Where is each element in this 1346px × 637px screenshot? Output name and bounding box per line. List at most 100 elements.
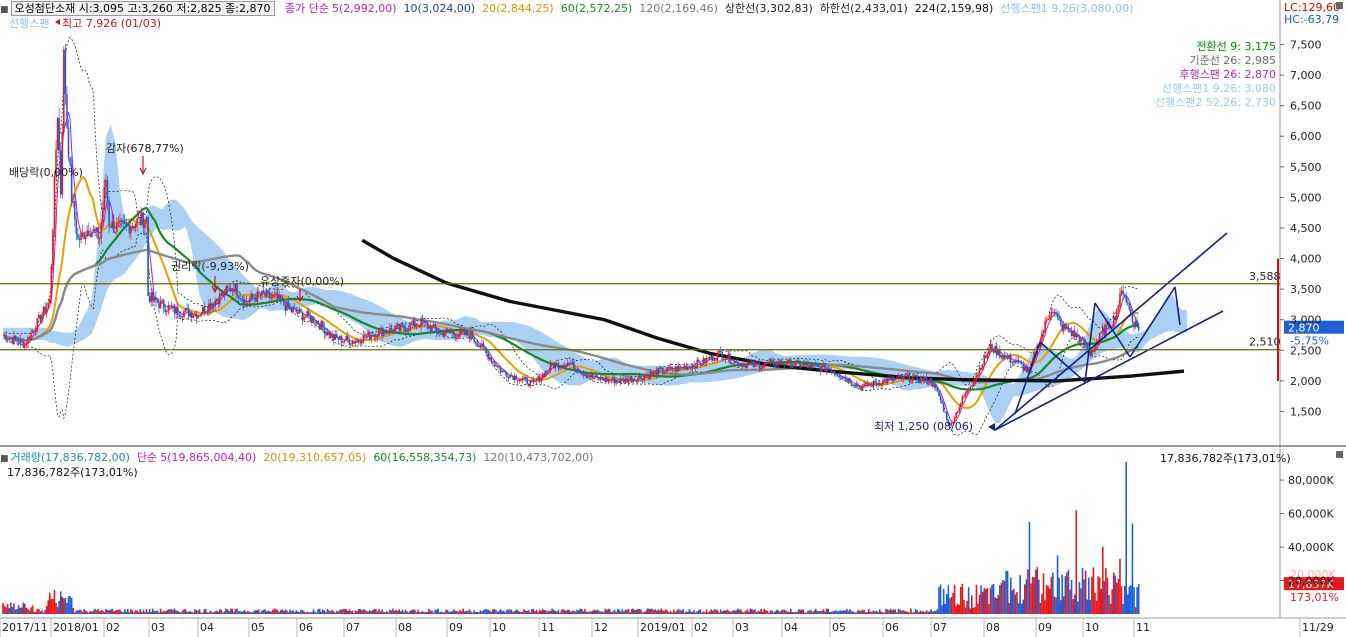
candle-body bbox=[215, 300, 218, 302]
volume-bar bbox=[406, 611, 408, 614]
ma5-label[interactable]: 5(2,992,00) bbox=[332, 2, 397, 15]
volume-bar bbox=[677, 609, 680, 614]
candle-body bbox=[297, 312, 299, 314]
volume-bar bbox=[888, 610, 890, 614]
candle-body bbox=[390, 327, 393, 331]
candle-body bbox=[1067, 326, 1070, 332]
ma120-label[interactable]: 120(2,169,46) bbox=[639, 2, 718, 15]
volume-bar bbox=[814, 608, 817, 614]
volume-bar bbox=[312, 609, 315, 614]
span-short-label: 선행스팬 bbox=[9, 17, 50, 30]
high-label: 최고 7,926 (01/03) bbox=[62, 17, 161, 30]
volume-bar bbox=[986, 588, 989, 614]
volume-bar bbox=[1055, 597, 1057, 614]
volume-bar bbox=[557, 609, 560, 614]
candle-body bbox=[673, 370, 675, 372]
volume-label[interactable]: 거래량(17,836,782,00) bbox=[11, 451, 130, 464]
volume-bar bbox=[580, 609, 583, 614]
volume-ma60[interactable]: 60(16,558,354,73) bbox=[373, 451, 476, 464]
stock-info[interactable]: 오성첨단소재 시:3,095 고:3,260 저:2,825 종:2,870 bbox=[10, 1, 275, 16]
candle-body bbox=[64, 49, 67, 95]
volume-bar bbox=[747, 611, 750, 614]
lower-band-label[interactable]: 하한선(2,433,01) bbox=[820, 2, 908, 15]
candle-body bbox=[1112, 316, 1115, 327]
volume-ma20[interactable]: 20(19,310,657,05) bbox=[263, 451, 366, 464]
volume-bar bbox=[941, 605, 943, 614]
candle-body bbox=[162, 300, 165, 309]
candle-body bbox=[75, 219, 78, 234]
volume-bar bbox=[713, 609, 716, 614]
candle-body bbox=[674, 366, 677, 371]
candle-body bbox=[744, 363, 747, 369]
candle-body bbox=[638, 376, 641, 379]
candle-body bbox=[410, 323, 413, 325]
price-panel-close-icon[interactable] bbox=[1336, 2, 1343, 9]
volume-ma-type[interactable]: 단순 bbox=[137, 451, 157, 464]
candle-body bbox=[615, 380, 617, 384]
candle-body bbox=[800, 366, 803, 368]
volume-bar bbox=[52, 598, 54, 614]
span-label[interactable]: 선행스팬1 9,26(3,080,00) bbox=[1000, 2, 1133, 15]
upper-band-label[interactable]: 상한선(3,302,83) bbox=[725, 2, 813, 15]
volume-bar bbox=[1000, 583, 1003, 614]
volume-bar bbox=[371, 610, 374, 614]
candle-body bbox=[576, 368, 578, 372]
candle-body bbox=[646, 374, 649, 377]
candle-body bbox=[866, 382, 869, 387]
candle-body bbox=[1092, 351, 1095, 353]
candle-body bbox=[198, 315, 201, 317]
candle-body bbox=[652, 371, 655, 375]
volume-bar bbox=[254, 609, 257, 614]
candle-body bbox=[222, 291, 224, 297]
candle-body bbox=[361, 342, 363, 344]
candle-body bbox=[596, 375, 599, 378]
volume-header-bullet: ■ bbox=[0, 454, 9, 464]
price-tick-label: 7,500 bbox=[1290, 38, 1322, 51]
candle-body bbox=[733, 361, 736, 364]
volume-bar bbox=[605, 609, 608, 614]
candle-body bbox=[970, 385, 973, 387]
volume-bar bbox=[529, 612, 532, 614]
volume-panel-close-icon[interactable] bbox=[1336, 451, 1343, 458]
volume-bar bbox=[393, 610, 396, 614]
volume-ma120[interactable]: 120(10,473,702,00) bbox=[483, 451, 593, 464]
volume-bar bbox=[39, 611, 42, 614]
candle-body bbox=[253, 297, 255, 299]
volume-bar bbox=[911, 612, 914, 614]
candle-body bbox=[69, 157, 71, 165]
volume-bar bbox=[712, 610, 714, 614]
x-tick-label: 03 bbox=[151, 621, 165, 634]
candle-body bbox=[20, 339, 23, 342]
volume-bar bbox=[437, 608, 440, 614]
volume-bar bbox=[307, 612, 310, 614]
candle-body bbox=[861, 385, 864, 390]
volume-bar bbox=[1064, 576, 1067, 614]
candle-body bbox=[337, 337, 340, 340]
volume-bar bbox=[439, 612, 441, 614]
volume-bar bbox=[95, 610, 98, 614]
ma20-label[interactable]: 20(2,844,25) bbox=[482, 2, 554, 15]
candle-body bbox=[741, 363, 744, 367]
candle-body bbox=[225, 286, 227, 296]
candle-body bbox=[1081, 337, 1084, 339]
volume-bar bbox=[459, 610, 461, 614]
candle-body bbox=[471, 331, 474, 339]
candle-body bbox=[796, 360, 798, 362]
volume-bar bbox=[1030, 583, 1032, 614]
volume-bar bbox=[903, 610, 906, 614]
ma224-label[interactable]: 224(2,159,98) bbox=[915, 2, 994, 15]
volume-bar bbox=[790, 608, 792, 614]
volume-ma5[interactable]: 5(19,865,004,40) bbox=[160, 451, 256, 464]
ma60-label[interactable]: 60(2,572,25) bbox=[561, 2, 633, 15]
volume-bar bbox=[253, 610, 255, 614]
ma-type-label[interactable]: 종가 단순 bbox=[285, 2, 329, 15]
volume-bar bbox=[510, 609, 513, 614]
volume-bar bbox=[435, 609, 438, 614]
candle-body bbox=[17, 341, 20, 344]
ma10-label[interactable]: 10(3,024,00) bbox=[404, 2, 476, 15]
candle-body bbox=[719, 350, 722, 352]
volume-bar bbox=[112, 611, 115, 614]
candle-body bbox=[265, 290, 268, 297]
volume-bar bbox=[523, 609, 525, 614]
candle-body bbox=[365, 335, 368, 338]
